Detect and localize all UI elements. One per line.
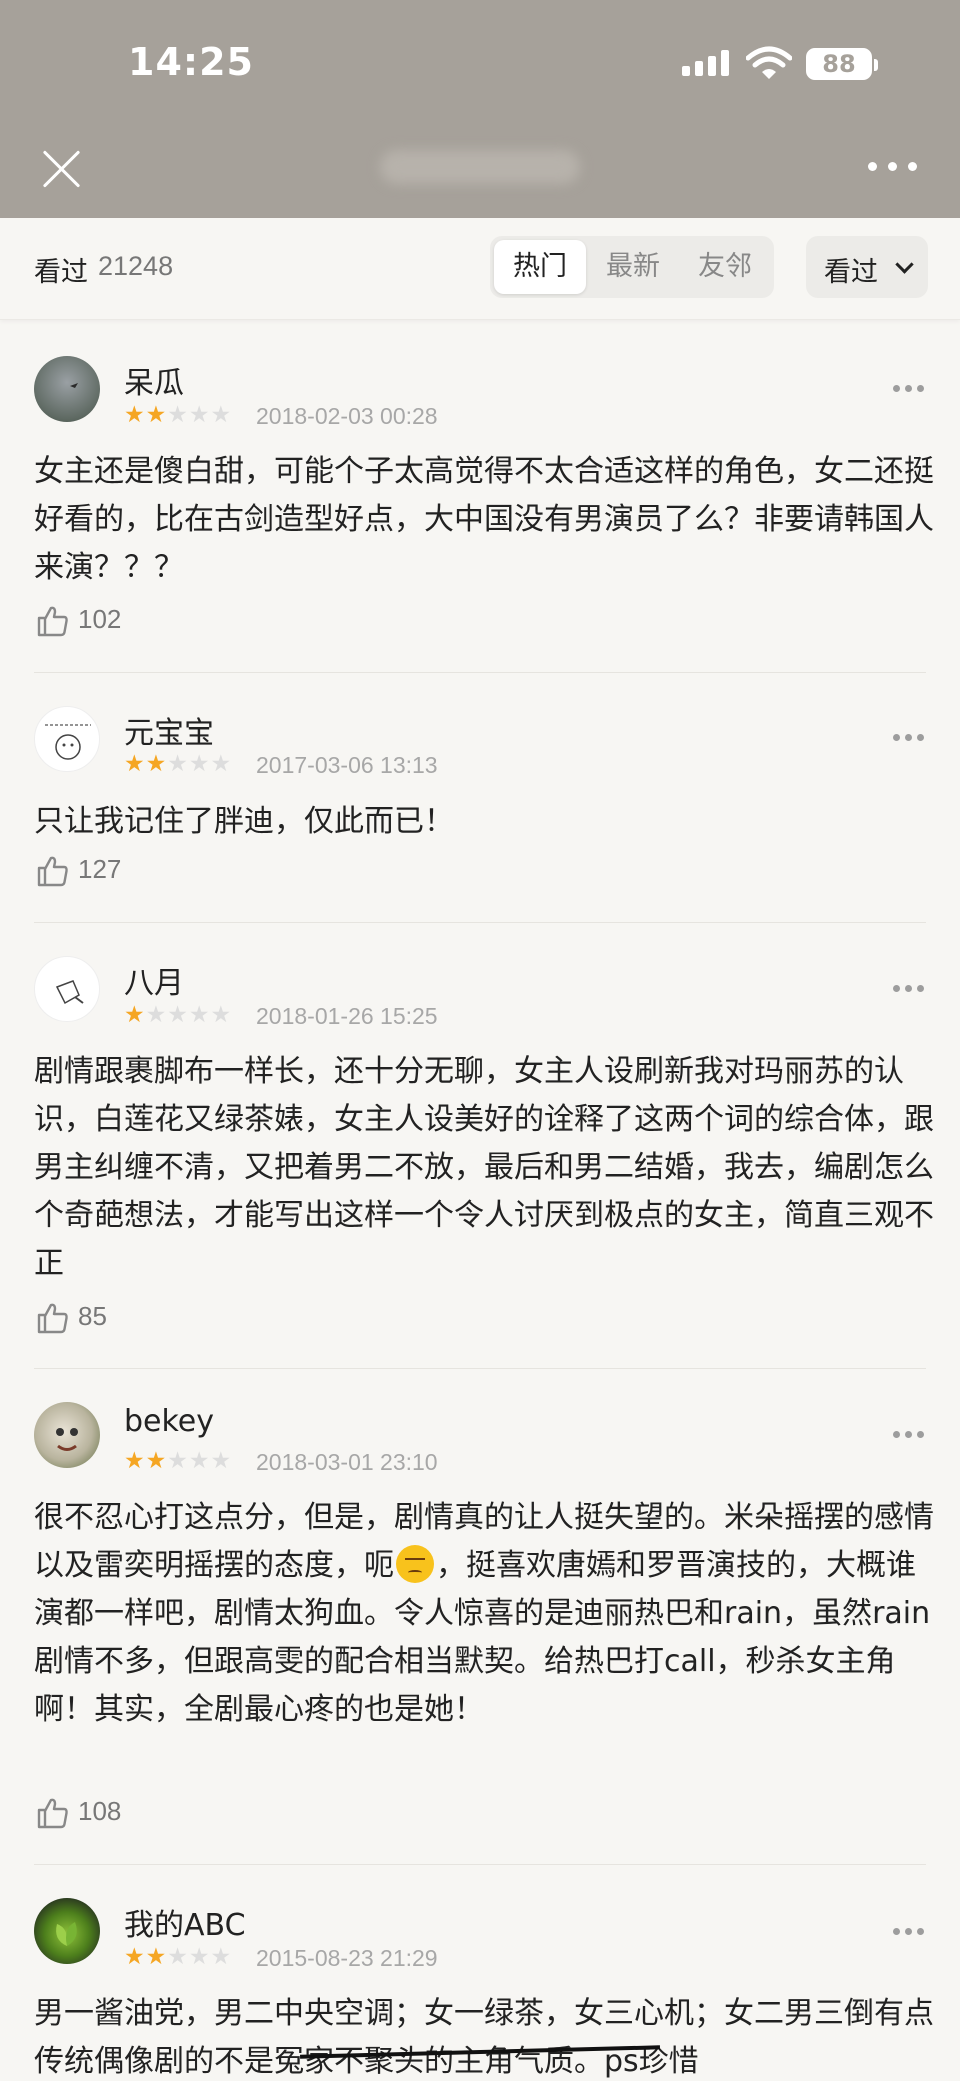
review-more-icon[interactable] [893,1928,925,1938]
like-count: 127 [78,854,122,884]
battery-icon: 88 [806,48,878,80]
battery-level: 88 [822,50,856,78]
review-date: 2018-01-26 15:25 [256,1003,438,1029]
username[interactable]: 元宝宝 [124,708,214,752]
review-more-icon[interactable] [893,985,925,995]
blurred-title [380,150,580,184]
review-text: 只让我记住了胖迪，仅此而已！ [34,804,454,839]
like-count: 85 [78,1301,107,1331]
confounded-face-emoji-icon [396,1545,434,1583]
review-date: 2018-02-03 00:28 [256,403,438,429]
thumbs-up-icon [37,856,68,887]
like-count: 108 [78,1796,122,1826]
review-more-icon[interactable] [893,734,925,744]
review-text: 男一酱油党，男二中央空调；女一绿茶，女三心机；女二男三倒有点传统偶像剧的不是冤家… [34,1996,934,2079]
username[interactable]: bekey [124,1404,214,1439]
review-date: 2018-03-01 23:10 [256,1449,438,1475]
avatar[interactable] [34,1402,100,1468]
like-button[interactable]: 127 [36,850,156,890]
review-text: 女主还是傻白甜，可能个子太高觉得不太合适这样的角色，女二还挺好看的，比在古剑造型… [34,454,934,585]
review-text: 很不忍心打这点分，但是，剧情真的让人挺失望的。米朵摇摆的感情以及雷奕明摇摆的态度… [34,1494,934,1734]
divider [34,922,926,923]
review-date: 2017-03-06 13:13 [256,752,438,778]
chevron-down-icon [895,255,914,274]
star-rating: ★★★★★ [124,751,233,777]
like-count: 102 [78,604,122,634]
thumbs-up-icon [37,1303,68,1334]
review-more-icon[interactable] [893,385,925,395]
dropdown-label: 看过 [824,257,878,288]
seen-label: 看过 [34,257,88,288]
divider [34,1368,926,1369]
username[interactable]: 呆瓜 [124,358,184,402]
like-button[interactable]: 102 [36,600,156,640]
thumbs-up-icon [37,1798,68,1829]
seen-count: 21248 [98,251,174,281]
signal-icon [682,50,730,76]
more-options-icon[interactable] [868,158,918,174]
like-button[interactable]: 85 [36,1297,156,1337]
tab-latest[interactable]: 最新 [586,240,680,294]
tab-hot[interactable]: 热门 [494,240,586,294]
avatar[interactable] [34,1898,100,1964]
close-button[interactable] [40,146,84,190]
star-rating: ★★★★★ [124,1448,233,1474]
wifi-icon [746,46,792,79]
tab-friends[interactable]: 友邻 [678,240,772,294]
review-more-icon[interactable] [893,1431,925,1441]
username[interactable]: 我的ABC [124,1900,246,1944]
avatar[interactable] [34,706,100,772]
avatar[interactable] [34,956,100,1022]
thumbs-up-icon [37,606,68,637]
avatar[interactable] [34,356,100,422]
star-rating: ★★★★★ [124,402,233,428]
username[interactable]: 八月 [124,958,184,1002]
star-rating: ★★★★★ [124,1002,233,1028]
status-time: 14:25 [128,40,254,84]
star-rating: ★★★★★ [124,1944,233,1970]
top-bar [0,0,960,218]
review-text: 剧情跟裹脚布一样长，还十分无聊，女主人设刷新我对玛丽苏的认识，白莲花又绿茶婊，女… [34,1054,934,1281]
divider [34,672,926,673]
watched-filter-dropdown[interactable]: 看过 [806,236,928,298]
divider [34,1864,926,1865]
sort-tabs: 热门 最新 友邻 [490,236,774,298]
like-button[interactable]: 108 [36,1792,156,1832]
review-date: 2015-08-23 21:29 [256,1945,438,1971]
